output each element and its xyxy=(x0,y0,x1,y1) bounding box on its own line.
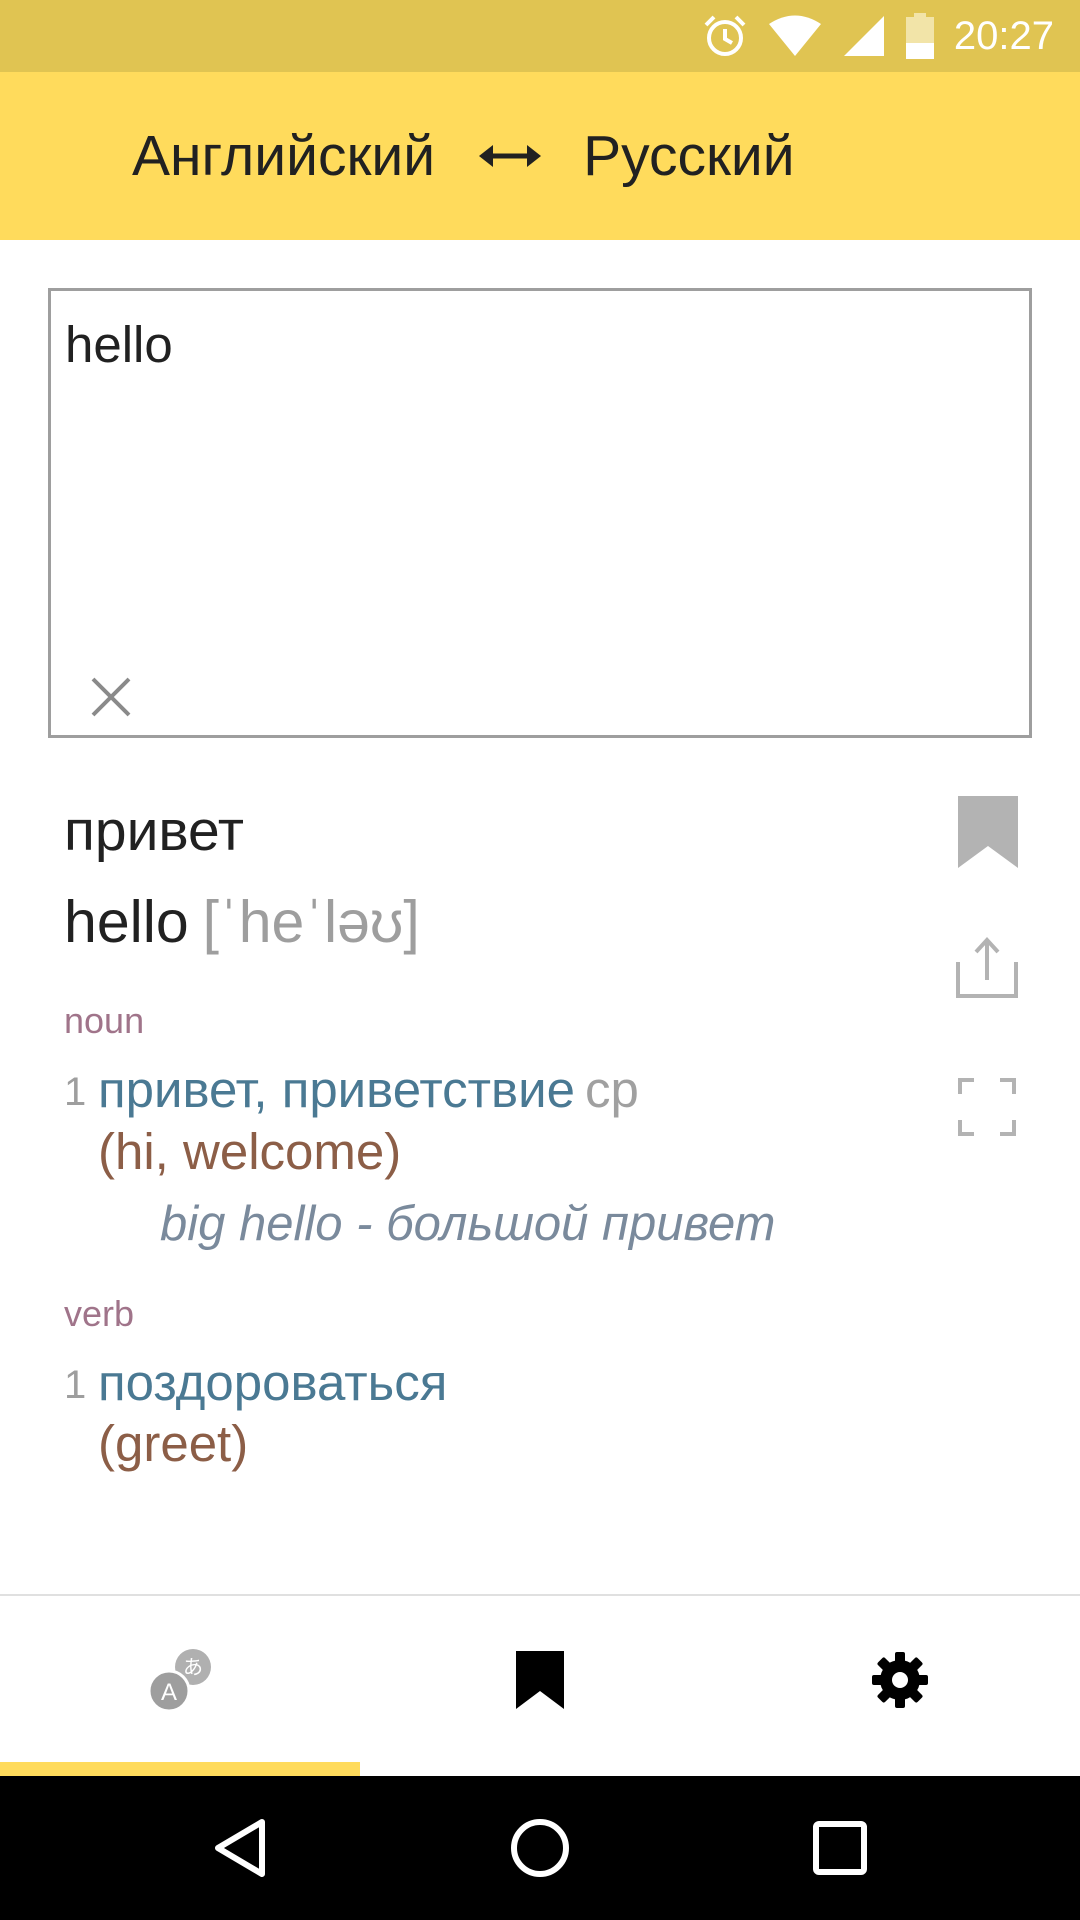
language-toolbar: Английский Русский xyxy=(0,72,1080,240)
fullscreen-button[interactable] xyxy=(958,1078,1016,1141)
recents-button[interactable] xyxy=(804,1812,876,1884)
svg-text:あ: あ xyxy=(183,1655,203,1679)
svg-text:A: A xyxy=(161,1679,177,1706)
share-icon xyxy=(956,937,1018,998)
swap-arrows-icon xyxy=(479,145,542,167)
gender-label: ср xyxy=(584,1061,639,1118)
definition-meaning: (greet) xyxy=(98,1415,249,1472)
back-icon xyxy=(215,1819,265,1877)
battery-icon xyxy=(905,13,934,59)
translation-input[interactable]: hello xyxy=(48,288,1032,738)
wifi-icon xyxy=(768,15,822,57)
bottom-navigation: あ A xyxy=(0,1594,1080,1776)
definition-number: 1 xyxy=(64,1363,87,1407)
definition-words: привет, приветствие ср xyxy=(98,1060,639,1119)
pos-label: noun xyxy=(64,1000,145,1041)
active-tab-indicator xyxy=(0,1762,360,1776)
alarm-icon xyxy=(702,13,748,59)
close-icon xyxy=(91,677,131,717)
translate-icon: あ A xyxy=(147,1649,211,1713)
home-icon xyxy=(511,1819,569,1877)
swap-languages-button[interactable] xyxy=(477,141,543,171)
usage-example: big hello - большой привет xyxy=(160,1197,776,1251)
tab-bookmarks[interactable] xyxy=(360,1596,720,1764)
bookmarks-icon xyxy=(516,1651,564,1709)
source-language-button[interactable]: Английский xyxy=(132,123,435,189)
pos-label: verb xyxy=(64,1293,135,1334)
home-button[interactable] xyxy=(504,1812,576,1884)
tab-translate[interactable]: あ A xyxy=(0,1596,360,1764)
translation-text: привет xyxy=(64,799,244,863)
system-navigation-bar xyxy=(0,1776,1080,1920)
input-text[interactable]: hello xyxy=(65,315,173,374)
status-time: 20:27 xyxy=(953,13,1054,58)
tab-settings[interactable] xyxy=(720,1596,1080,1764)
recents-icon xyxy=(813,1821,867,1875)
headword: hello xyxy=(64,889,189,955)
clear-button[interactable] xyxy=(81,667,141,727)
share-button[interactable] xyxy=(956,936,1018,1003)
definition-translation: поздороваться xyxy=(98,1354,448,1411)
transcription: [ˈheˈləʊ] xyxy=(202,889,420,955)
definition-translation: привет, приветствие xyxy=(98,1061,575,1118)
target-language-button[interactable]: Русский xyxy=(583,123,795,189)
fullscreen-icon xyxy=(958,1078,1016,1136)
status-bar: 20:27 xyxy=(0,0,1080,72)
cellular-icon xyxy=(842,15,886,57)
definition-number: 1 xyxy=(64,1070,87,1114)
back-button[interactable] xyxy=(204,1812,276,1884)
headword-line: hello [ˈheˈləʊ] xyxy=(64,888,420,956)
bookmark-icon xyxy=(958,796,1018,868)
definition-meaning: (hi, welcome) xyxy=(98,1123,402,1180)
settings-icon xyxy=(872,1652,928,1708)
bookmark-button[interactable] xyxy=(958,796,1018,873)
